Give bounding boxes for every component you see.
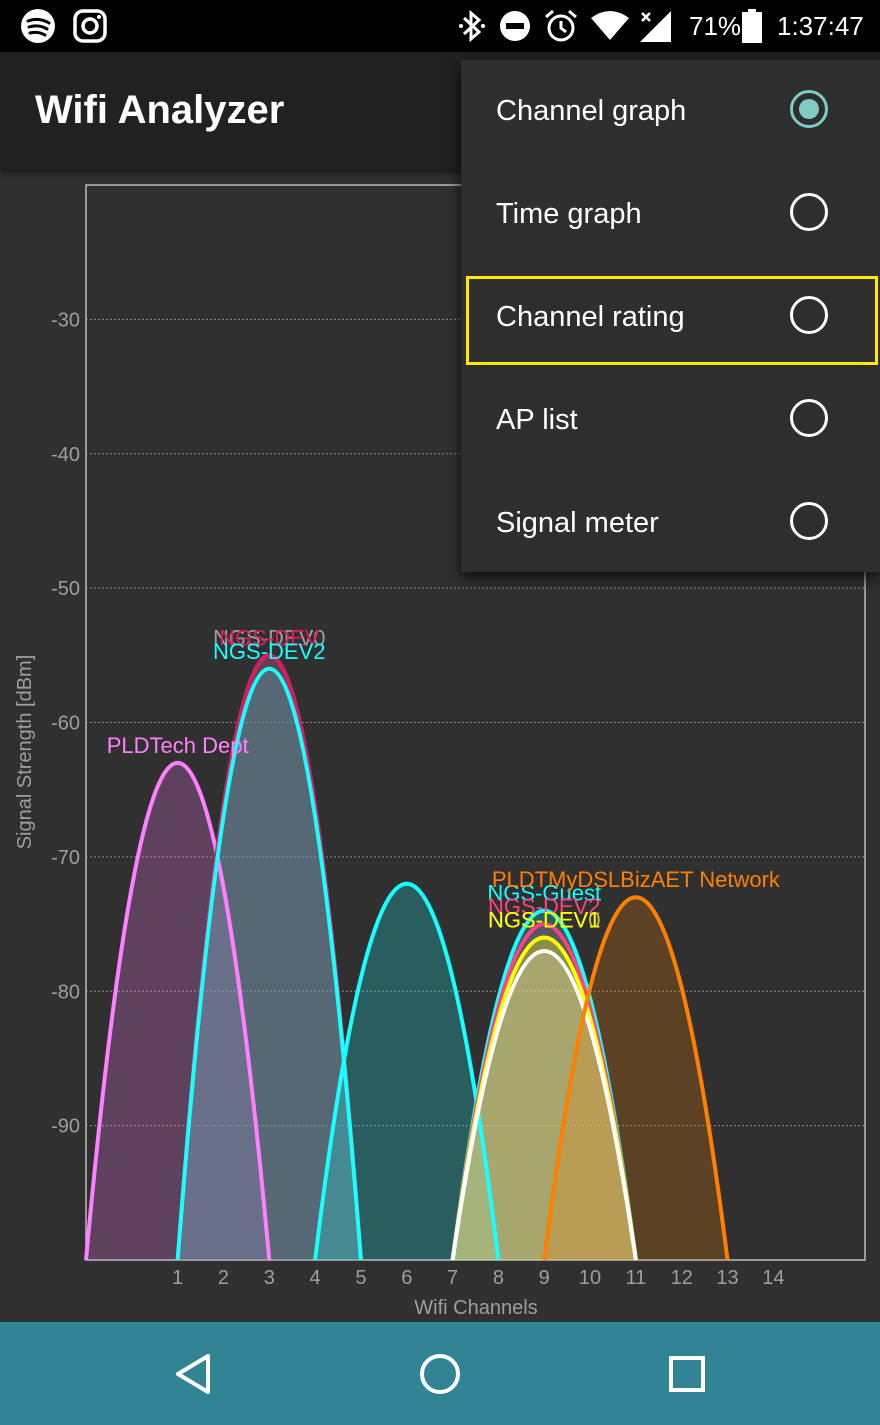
radio-checked-icon[interactable] <box>790 90 828 128</box>
x-tick-label: 3 <box>264 1267 275 1289</box>
radio-unchecked-icon[interactable] <box>790 502 828 540</box>
app-title: Wifi Analyzer <box>35 88 285 132</box>
y-tick-label: -40 <box>51 444 80 466</box>
x-tick-label: 9 <box>539 1267 550 1289</box>
recents-button[interactable] <box>632 1322 742 1425</box>
x-tick-label: 4 <box>310 1267 321 1289</box>
y-axis-label: Signal Strength [dBm] <box>14 655 36 850</box>
y-tick-label: -30 <box>51 309 80 331</box>
clock: 1:37:47 <box>777 10 864 41</box>
home-icon <box>420 1353 460 1394</box>
x-tick-label: 5 <box>355 1267 366 1289</box>
x-tick-label: 12 <box>671 1267 693 1289</box>
x-tick-label: 11 <box>625 1267 646 1289</box>
y-tick-label: -60 <box>51 713 80 735</box>
x-tick-label: 7 <box>447 1267 458 1289</box>
radio-unchecked-icon[interactable] <box>790 399 828 437</box>
cell-signal-icon <box>638 0 672 52</box>
network-label: PLDTech Dept <box>107 733 249 758</box>
instagram-icon <box>73 0 107 52</box>
network-label: NGS-DEV2 <box>213 639 325 664</box>
x-tick-label: 1 <box>172 1267 183 1289</box>
bluetooth-icon <box>458 0 486 52</box>
menu-item-label: Signal meter <box>496 507 659 539</box>
alarm-icon <box>543 0 579 52</box>
y-tick-label: -80 <box>51 981 80 1003</box>
back-icon <box>176 1353 210 1394</box>
x-axis-label: Wifi Channels <box>414 1297 537 1319</box>
spotify-icon <box>20 0 56 52</box>
y-tick-label: -90 <box>51 1116 80 1138</box>
network-label: NGS-DEV1 <box>488 908 600 933</box>
x-tick-label: 2 <box>218 1267 229 1289</box>
battery-icon <box>742 0 762 52</box>
y-tick-label: -50 <box>51 578 80 600</box>
navigation-bar <box>0 1322 880 1425</box>
highlight-box <box>466 276 878 365</box>
back-button[interactable] <box>138 1322 248 1425</box>
y-tick-label: -70 <box>51 847 80 869</box>
x-tick-label: 10 <box>579 1267 601 1289</box>
menu-item-label: AP list <box>496 404 578 436</box>
radio-dot-icon <box>799 99 819 119</box>
menu-item-ap-list[interactable]: AP list <box>461 369 880 472</box>
status-bar: 71% 1:37:47 <box>0 0 880 52</box>
y-axis-ticks: -30 -40 -50 -60 -70 -80 -90 <box>51 309 80 1137</box>
home-button[interactable] <box>385 1322 495 1425</box>
x-tick-label: 14 <box>762 1267 784 1289</box>
radio-unchecked-icon[interactable] <box>790 193 828 231</box>
recents-icon <box>669 1355 705 1392</box>
menu-item-label: Channel graph <box>496 95 687 127</box>
do-not-disturb-icon <box>499 0 531 52</box>
network-label: PLDTMyDSLBizAET Network <box>492 867 781 892</box>
menu-item-label: Time graph <box>496 198 642 230</box>
x-tick-label: 13 <box>716 1267 738 1289</box>
menu-item-channel-graph[interactable]: Channel graph <box>461 60 880 163</box>
x-axis-ticks: 1 2 3 4 5 6 7 8 9 10 11 12 13 14 <box>172 1267 784 1289</box>
x-tick-label: 8 <box>493 1267 504 1289</box>
wifi-icon <box>590 0 630 52</box>
battery-percent: 71% <box>689 10 742 41</box>
menu-item-time-graph[interactable]: Time graph <box>461 163 880 266</box>
menu-item-signal-meter[interactable]: Signal meter <box>461 472 880 575</box>
x-tick-label: 6 <box>401 1267 412 1289</box>
